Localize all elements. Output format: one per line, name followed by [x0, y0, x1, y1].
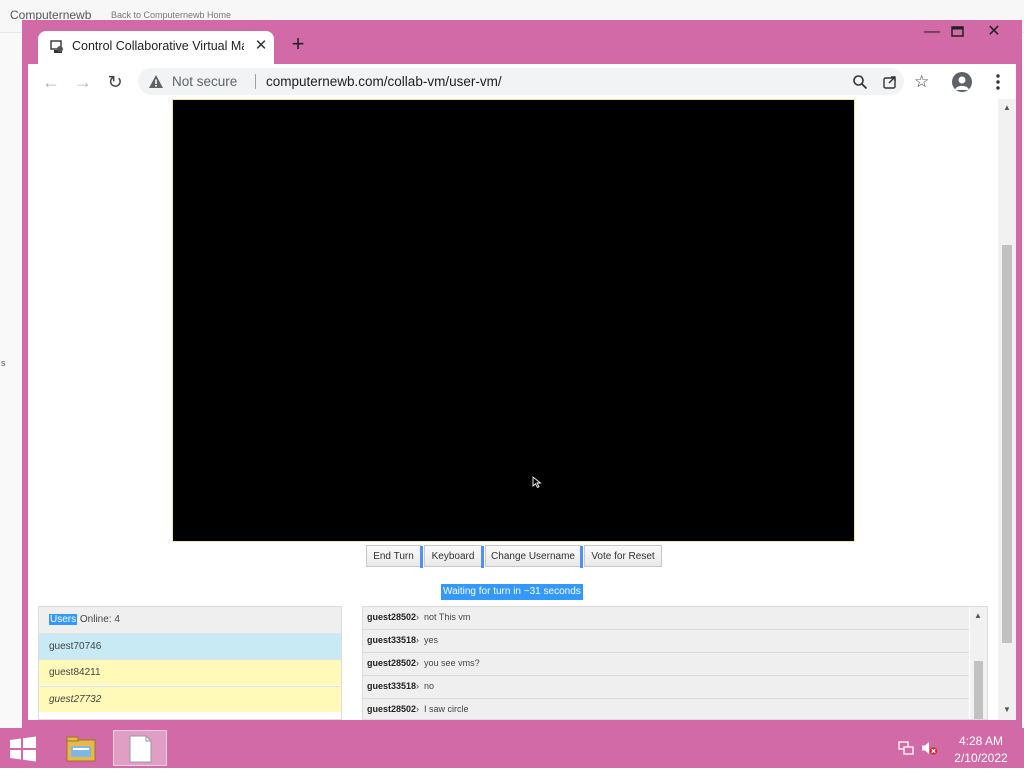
chat-scrollbar[interactable]: ▲ — [970, 607, 987, 719]
minimize-icon[interactable]: — — [924, 22, 940, 42]
chat-message: guest33518› no — [363, 676, 969, 699]
keyboard-label: Keyboard — [431, 551, 475, 562]
chat-username: guest28502 — [367, 704, 417, 714]
page-scrollbar[interactable]: ▲ ▼ — [998, 99, 1016, 720]
reload-icon[interactable]: ↻ — [104, 71, 126, 93]
browser-toolbar: ← → ↻ Not secure computernewb.com/collab… — [28, 64, 1016, 99]
username: guest70746 — [49, 641, 102, 652]
chat-username: guest28502 — [367, 612, 417, 622]
page-viewport: End Turn Keyboard Change Username Vote f… — [28, 99, 1016, 720]
chat-separator: › — [416, 612, 420, 622]
vote-for-reset-button[interactable]: Vote for Reset — [584, 545, 662, 567]
zoom-icon[interactable] — [852, 74, 868, 90]
chat-message: guest28502› I saw circle — [363, 699, 969, 719]
clock-date[interactable]: 2/10/2022 — [950, 751, 1012, 765]
network-icon[interactable] — [898, 740, 914, 756]
address-divider — [255, 74, 256, 89]
taskbar: 4:28 AM 2/10/2022 — [0, 728, 1024, 768]
browser-window: Control Collaborative Virtual Machine ✕ … — [22, 20, 1022, 728]
chat-message: guest33518› yes — [363, 630, 969, 653]
document-icon — [129, 735, 152, 763]
chat-message: guest28502› you see vms? — [363, 653, 969, 676]
warning-icon[interactable] — [148, 74, 164, 90]
background-edge-text: s — [1, 358, 6, 368]
chat-panel[interactable]: guest28502› not This vm guest33518› yes … — [362, 606, 988, 720]
back-home-link[interactable]: Back to Computernewb Home — [111, 10, 231, 20]
page-scroll-down-icon[interactable]: ▼ — [1003, 705, 1011, 714]
tab-title: Control Collaborative Virtual Machine — [72, 39, 244, 53]
chat-text: yes — [424, 635, 439, 645]
chat-separator: › — [416, 681, 420, 691]
chat-username: guest28502 — [367, 658, 417, 668]
tab-strip: Control Collaborative Virtual Machine ✕ … — [22, 20, 1022, 64]
chat-separator: › — [416, 635, 420, 645]
forward-arrow-icon[interactable]: → — [72, 71, 94, 93]
tab-close-icon[interactable]: ✕ — [252, 37, 270, 55]
chat-separator: › — [416, 658, 420, 668]
user-list-item[interactable]: guest27732 — [39, 686, 341, 712]
vote-for-reset-label: Vote for Reset — [591, 551, 655, 562]
keyboard-button[interactable]: Keyboard — [424, 545, 484, 568]
turn-status-text: Waiting for turn in ~31 seconds — [441, 584, 583, 600]
new-tab-icon[interactable]: + — [288, 33, 308, 55]
kebab-menu-icon[interactable] — [990, 72, 1006, 92]
browser-tab[interactable]: Control Collaborative Virtual Machine ✕ — [38, 31, 274, 64]
chat-username: guest33518 — [367, 635, 417, 645]
end-turn-button[interactable]: End Turn — [366, 545, 423, 568]
computer-favicon-icon — [50, 40, 63, 53]
chat-text: I saw circle — [424, 704, 469, 714]
chat-scroll-thumb[interactable] — [974, 661, 983, 719]
windows-start-icon[interactable] — [8, 736, 38, 762]
chat-text: not This vm — [424, 612, 471, 622]
taskbar-active-app[interactable] — [113, 730, 167, 766]
change-username-label: Change Username — [491, 551, 575, 562]
user-list-item[interactable]: guest84211 — [39, 659, 341, 685]
file-explorer-icon[interactable] — [62, 731, 100, 767]
profile-avatar-icon[interactable] — [952, 72, 972, 92]
chat-message: guest28502› not This vm — [363, 607, 969, 630]
volume-muted-icon[interactable] — [920, 740, 938, 756]
page-scroll-thumb[interactable] — [1002, 245, 1012, 643]
users-panel: Users Online: 4 guest70746 guest84211 gu… — [38, 606, 342, 720]
back-arrow-icon[interactable]: ← — [40, 71, 62, 93]
users-online-count: Online: 4 — [77, 614, 120, 625]
vm-display[interactable] — [172, 99, 855, 542]
mouse-cursor-icon — [532, 476, 542, 488]
bookmark-star-icon[interactable]: ☆ — [914, 73, 930, 90]
window-close-icon[interactable]: ✕ — [982, 21, 1006, 43]
chat-username: guest33518 — [367, 681, 417, 691]
clock-time[interactable]: 4:28 AM — [950, 734, 1012, 748]
address-bar[interactable]: Not secure computernewb.com/collab-vm/us… — [138, 68, 904, 95]
page-scroll-up-icon[interactable]: ▲ — [1003, 103, 1011, 112]
end-turn-label: End Turn — [373, 551, 414, 562]
users-online-header: Users Online: 4 — [39, 607, 341, 633]
change-username-button[interactable]: Change Username — [485, 545, 583, 568]
user-list-item[interactable]: guest70746 — [39, 633, 341, 659]
chat-separator: › — [416, 704, 420, 714]
url-text[interactable]: computernewb.com/collab-vm/user-vm/ — [266, 74, 502, 89]
share-icon[interactable] — [882, 74, 898, 90]
username: guest84211 — [49, 667, 101, 678]
chat-text: no — [424, 681, 435, 691]
chat-scroll-up-icon[interactable]: ▲ — [974, 611, 982, 620]
not-secure-label[interactable]: Not secure — [172, 74, 237, 89]
users-label: Users — [49, 614, 78, 625]
chat-text: you see vms? — [424, 658, 480, 668]
username: guest27732 — [49, 694, 102, 705]
maximize-icon[interactable] — [950, 24, 966, 40]
